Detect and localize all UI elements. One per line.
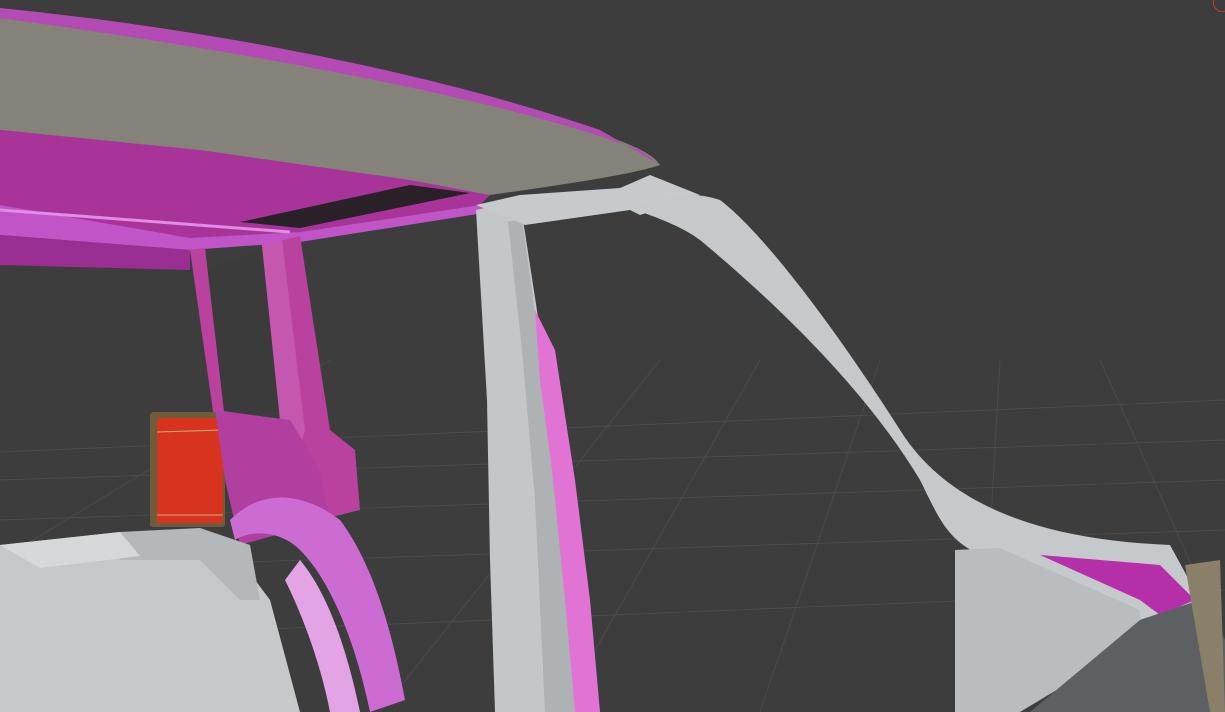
a-pillar [630,194,1200,620]
taillight [150,412,225,527]
3d-viewport[interactable] [0,0,1225,712]
viewport-canvas[interactable] [0,0,1225,712]
